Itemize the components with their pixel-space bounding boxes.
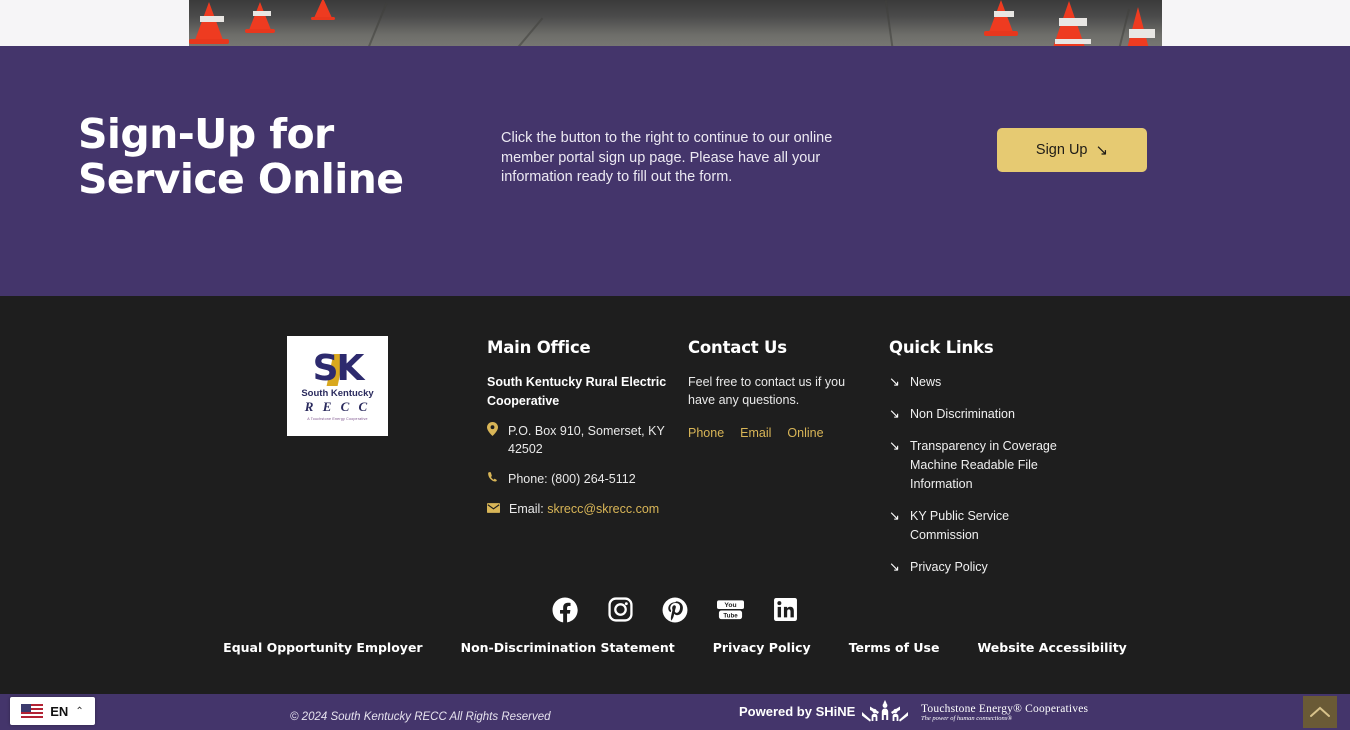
quick-link-item[interactable]: ↘ News (889, 373, 1064, 392)
chevron-up-icon (1310, 706, 1330, 717)
arrow-down-right-icon: ↘ (889, 374, 900, 389)
quick-link-item[interactable]: ↘ Privacy Policy (889, 558, 1064, 577)
svg-text:Tube: Tube (723, 612, 738, 619)
arrow-down-right-icon: ↘ (889, 559, 900, 574)
link-website-accessibility[interactable]: Website Accessibility (977, 640, 1126, 655)
social-media-links: You Tube (0, 596, 1350, 623)
arrow-down-right-icon: ↘ (889, 508, 900, 523)
cta-title: Sign-Up for Service Online (78, 110, 404, 203)
contact-us-links: Phone Email Online (688, 426, 858, 440)
quick-link-label: Non Discrimination (910, 407, 1015, 421)
arrow-down-right-icon: ↘ (889, 438, 900, 453)
link-equal-opportunity-employer[interactable]: Equal Opportunity Employer (223, 640, 422, 655)
contact-us-heading: Contact Us (688, 338, 787, 357)
touchstone-tagline: The power of human connections® (921, 714, 1013, 722)
quick-link-label: KY Public Service Commission (910, 509, 1010, 542)
contact-link-online[interactable]: Online (787, 426, 823, 440)
powered-by-text: Powered by SHiNE (739, 704, 856, 719)
copyright-text: © 2024 South Kentucky RECC All Rights Re… (290, 711, 551, 723)
main-office-phone-row: Phone: (800) 264-5112 (487, 470, 672, 488)
link-terms-of-use[interactable]: Terms of Use (849, 640, 940, 655)
quick-link-item[interactable]: ↘ Transparency in Coverage Machine Reada… (889, 437, 1064, 494)
main-office-email-link[interactable]: skrecc@skrecc.com (547, 502, 659, 516)
signup-cta-section: Sign-Up for Service Online Click the but… (0, 46, 1350, 296)
quick-link-label: News (910, 375, 942, 389)
instagram-icon[interactable] (607, 596, 634, 623)
touchstone-title: Touchstone Energy® Cooperatives (921, 702, 1089, 715)
traffic-cone (245, 2, 275, 33)
youtube-icon[interactable]: You Tube (716, 596, 744, 623)
chevron-up-icon: ⌃ (75, 705, 84, 717)
back-to-top-button[interactable] (1303, 696, 1337, 728)
main-office-email-row: Email: skrecc@skrecc.com (487, 500, 672, 518)
traffic-cone (984, 0, 1018, 36)
logo-mark-sk: SK (313, 350, 365, 386)
footer-column-quick-links: Quick Links ↘ News ↘ Non Discrimination … (889, 338, 1064, 590)
quick-link-item[interactable]: ↘ Non Discrimination (889, 405, 1064, 424)
main-office-heading: Main Office (487, 338, 591, 357)
traffic-cone (311, 0, 335, 20)
logo-mark-text: SK (312, 347, 365, 389)
page-root: Sign-Up for Service Online Click the but… (0, 0, 1350, 730)
envelope-icon (487, 500, 500, 518)
quick-link-label: Privacy Policy (910, 560, 988, 574)
facebook-icon[interactable] (552, 596, 579, 623)
contact-link-phone[interactable]: Phone (688, 426, 724, 440)
sign-up-button[interactable]: Sign Up ↘ (997, 128, 1147, 172)
language-selector[interactable]: EN ⌃ (10, 697, 95, 725)
site-footer (0, 296, 1350, 694)
pinterest-icon[interactable] (662, 596, 689, 623)
quick-links-heading: Quick Links (889, 338, 994, 357)
arrow-down-right-icon: ↘ (1095, 141, 1109, 159)
language-code: EN (50, 703, 69, 719)
footer-legal-links: Equal Opportunity Employer Non-Discrimin… (0, 640, 1350, 655)
phone-icon (487, 470, 499, 488)
main-office-email-label: Email: (509, 502, 544, 516)
svg-text:You: You (724, 602, 736, 609)
traffic-cone (189, 2, 229, 44)
footer-column-main-office: Main Office South Kentucky Rural Electri… (487, 338, 672, 518)
touchstone-people-icon (862, 700, 908, 722)
main-office-phone: Phone: (800) 264-5112 (508, 472, 636, 486)
copyright-bar (0, 694, 1350, 730)
footer-logo[interactable]: SK South Kentucky R E C C A Touchstone E… (287, 336, 388, 436)
main-office-address-row: P.O. Box 910, Somerset, KY 42502 (487, 422, 672, 458)
link-privacy-policy[interactable]: Privacy Policy (713, 640, 811, 655)
sign-up-button-label: Sign Up (1035, 142, 1088, 158)
quick-link-label: Transparency in Coverage Machine Readabl… (910, 439, 1057, 491)
main-office-address: P.O. Box 910, Somerset, KY 42502 (508, 424, 665, 456)
us-flag-icon (21, 704, 44, 718)
location-pin-icon (487, 422, 499, 441)
logo-recc-text: R E C C (304, 398, 371, 414)
contact-us-description: Feel free to contact us if you have any … (688, 375, 846, 407)
logo-name-text: South Kentucky (301, 387, 374, 399)
cta-description: Click the button to the right to continu… (501, 130, 833, 185)
logo-tagline-text: A Touchstone Energy Cooperative (307, 416, 368, 421)
linkedin-icon[interactable] (772, 596, 799, 623)
arrow-down-right-icon: ↘ (889, 406, 900, 421)
main-office-org-name: South Kentucky Rural Electric Cooperativ… (487, 375, 667, 408)
footer-column-contact-us: Contact Us Feel free to contact us if yo… (688, 338, 858, 440)
contact-link-email[interactable]: Email (740, 426, 771, 440)
link-non-discrimination-statement[interactable]: Non-Discrimination Statement (461, 640, 675, 655)
touchstone-energy-logo: Touchstone Energy® Cooperatives The powe… (856, 698, 1088, 726)
quick-link-item[interactable]: ↘ KY Public Service Commission (889, 507, 1064, 545)
